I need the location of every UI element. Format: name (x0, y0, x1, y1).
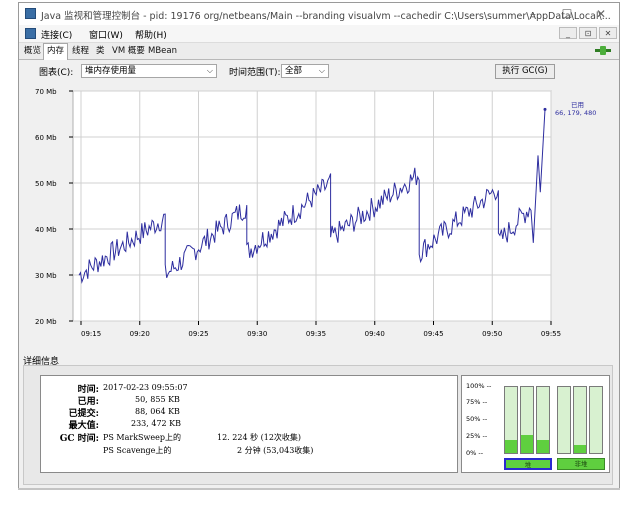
series-current-value: 66, 179, 480 (555, 109, 596, 117)
chevron-down-icon: ⌵ (206, 66, 213, 75)
y-axis: 70 Mb 60 Mb 50 Mb 40 Mb 30 Mb 20 Mb (35, 88, 73, 326)
tab-overview[interactable]: 概览 (21, 44, 44, 58)
gauge-tick-25: 25% -- (466, 432, 488, 440)
x-tick-label: 09:15 (81, 330, 101, 338)
chart-select-value: 堆内存使用量 (85, 66, 137, 76)
heap-memory-chart: 70 Mb 60 Mb 50 Mb 40 Mb 30 Mb 20 Mb 09:15 09:2… (19, 83, 619, 351)
chevron-down-icon: ⌵ (318, 66, 325, 75)
x-tick-label: 09:50 (482, 330, 502, 338)
gauge-tick-75: 75% -- (466, 398, 488, 406)
details-panel: 时间: 2017-02-23 09:55:07 已用: 50, 855 KB 已… (40, 375, 458, 473)
gc-time-label: GC 时间: (59, 434, 99, 444)
window-bottom-edge (18, 488, 620, 490)
time-value: 2017-02-23 09:55:07 (103, 383, 188, 392)
heap-pool-bar-1[interactable] (504, 386, 518, 454)
x-tick-label: 09:40 (365, 330, 385, 338)
menu-help[interactable]: 帮助(H) (135, 28, 167, 41)
used-value: 50, 855 KB (135, 395, 180, 404)
tab-mbean[interactable]: MBean (145, 44, 180, 58)
y-tick-label: 40 Mb (35, 226, 57, 234)
chart-svg: 70 Mb 60 Mb 50 Mb 40 Mb 30 Mb 20 Mb 09:15 09:2… (35, 88, 596, 338)
chart-select-label: 图表(C): (39, 68, 74, 78)
gauge-tick-0: 0% -- (466, 449, 484, 457)
x-tick-label: 09:55 (541, 330, 561, 338)
tab-vm-summary[interactable]: VM 概要 (109, 44, 148, 58)
gc-collector-2-time: 2 分钟 (53,043收集) (237, 446, 314, 455)
internal-minimize-button[interactable]: _ (559, 27, 577, 39)
x-tick-label: 09:30 (247, 330, 267, 338)
max-value: 233, 472 KB (131, 419, 182, 428)
x-axis: 09:15 09:20 09:25 09:30 09:35 09:40 09:45 09:50… (80, 321, 561, 338)
menu-window[interactable]: 窗口(W) (89, 28, 123, 41)
maximize-button[interactable]: ☐ (555, 6, 579, 22)
heap-pool-bar-1-fill (505, 439, 517, 453)
gauge-tick-100: 100% -- (466, 382, 492, 390)
menu-connection[interactable]: 连接(C) (41, 28, 72, 41)
nonheap-pool-bar-2[interactable] (573, 386, 587, 454)
tab-threads[interactable]: 线程 (69, 44, 92, 58)
y-tick-label: 30 Mb (35, 272, 57, 280)
menu-bar: 连接(C) 窗口(W) 帮助(H) _ ⊡ ✕ (19, 25, 619, 43)
gc-collector-1-time: 12. 224 秒 (12次收集) (217, 433, 302, 442)
nonheap-pool-bar-1[interactable] (557, 386, 571, 454)
gauge-tick-50: 50% -- (466, 415, 488, 423)
heap-gauge-button[interactable]: 堆 (504, 458, 552, 470)
series-label: 已用 (571, 101, 584, 109)
tab-bar: 概览 内存 线程 类 VM 概要 MBean (19, 43, 619, 60)
x-tick-label: 09:35 (306, 330, 326, 338)
internal-restore-button[interactable]: ⊡ (579, 27, 597, 39)
memory-pool-gauge: 100% -- 75% -- 50% -- 25% -- 0% -- 堆 非堆 (461, 375, 610, 473)
details-section: 时间: 2017-02-23 09:55:07 已用: 50, 855 KB 已… (23, 365, 613, 485)
heap-pool-bar-2[interactable] (520, 386, 534, 454)
gc-collector-1-name: PS MarkSweep上的 (103, 433, 181, 442)
nonheap-pool-bar-2-fill (574, 445, 586, 453)
chart-select[interactable]: 堆内存使用量 ⌵ (81, 64, 217, 78)
nonheap-gauge-button[interactable]: 非堆 (557, 458, 605, 470)
main-window: Java 监视和管理控制台 - pid: 19176 org/netbeans/… (18, 2, 620, 490)
committed-value: 88, 064 KB (135, 407, 180, 416)
y-tick-label: 70 Mb (35, 88, 57, 96)
x-tick-label: 09:45 (423, 330, 443, 338)
connection-plug-icon (595, 45, 611, 56)
document-icon (25, 28, 36, 39)
nonheap-pool-bar-3[interactable] (589, 386, 603, 454)
time-range-select[interactable]: 全部 ⌵ (281, 64, 329, 78)
heap-pool-bar-3[interactable] (536, 386, 550, 454)
internal-close-button[interactable]: ✕ (599, 27, 617, 39)
time-range-label: 时间范围(T): (229, 68, 281, 78)
heap-pool-bar-3-fill (537, 439, 549, 453)
gc-collector-2-name: PS Scavenge上的 (103, 446, 172, 455)
tab-classes[interactable]: 类 (93, 44, 108, 58)
minimize-button[interactable]: – (521, 6, 545, 22)
x-tick-label: 09:25 (188, 330, 208, 338)
title-bar: Java 监视和管理控制台 - pid: 19176 org/netbeans/… (19, 3, 619, 25)
max-label: 最大值: (68, 421, 99, 431)
perform-gc-button[interactable]: 执行 GC(G) (495, 64, 555, 79)
time-range-value: 全部 (285, 66, 303, 76)
java-app-icon (25, 8, 36, 19)
heap-pool-bar-2-fill (521, 434, 533, 453)
y-tick-label: 60 Mb (35, 134, 57, 142)
close-button[interactable]: ✕ (589, 6, 613, 22)
y-tick-label: 50 Mb (35, 180, 57, 188)
y-tick-label: 20 Mb (35, 318, 57, 326)
x-tick-label: 09:20 (130, 330, 150, 338)
chart-controls: 图表(C): 堆内存使用量 ⌵ 时间范围(T): 全部 ⌵ 执行 GC(G) (19, 60, 619, 82)
tab-memory[interactable]: 内存 (43, 43, 69, 60)
current-value-marker (543, 107, 547, 111)
